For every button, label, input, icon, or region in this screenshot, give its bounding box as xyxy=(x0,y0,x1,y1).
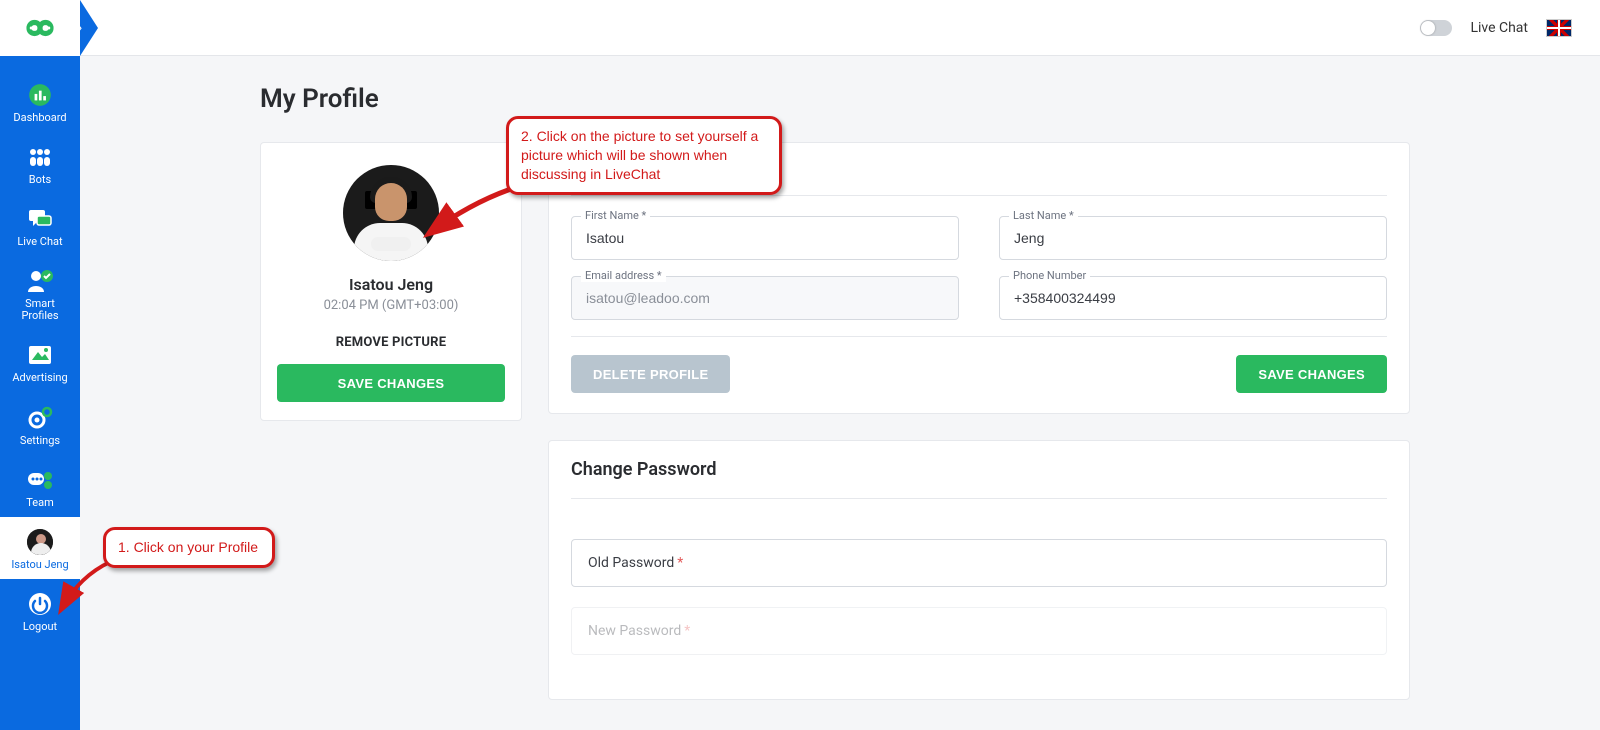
sidebar-item-logout[interactable]: Logout xyxy=(0,579,80,641)
brand-logo[interactable]: › xyxy=(0,0,80,56)
livechat-toggle-label: Live Chat xyxy=(1470,20,1528,36)
last-name-field: Last Name * xyxy=(999,216,1387,260)
sidebar-item-label: Smart Profiles xyxy=(21,298,58,322)
sidebar-item-livechat[interactable]: Live Chat xyxy=(0,194,80,256)
first-name-label: First Name * xyxy=(581,209,650,222)
topbar: Live Chat xyxy=(80,0,1600,56)
first-name-input[interactable] xyxy=(571,216,959,260)
annotation-step1-text: 1. Click on your Profile xyxy=(118,539,258,555)
save-profile-card-button[interactable]: SAVE CHANGES xyxy=(277,364,505,402)
annotation-step2: 2. Click on the picture to set yourself … xyxy=(506,116,782,195)
annotation-step2-text: 2. Click on the picture to set yourself … xyxy=(521,128,758,182)
sidebar-item-settings[interactable]: Settings xyxy=(0,393,80,455)
sidebar-nav: Dashboard Bots Live Chat Smart Profiles … xyxy=(0,56,80,730)
language-flag-uk[interactable] xyxy=(1546,19,1572,37)
sidebar-item-bots[interactable]: Bots xyxy=(0,132,80,194)
advertising-icon xyxy=(25,340,55,370)
avatar-icon xyxy=(25,527,55,557)
sidebar-item-label: Logout xyxy=(23,621,57,633)
sidebar-item-team[interactable]: Team xyxy=(0,455,80,517)
delete-profile-button[interactable]: DELETE PROFILE xyxy=(571,355,730,393)
bots-icon xyxy=(25,142,55,172)
team-icon xyxy=(25,465,55,495)
sidebar-item-advertising[interactable]: Advertising xyxy=(0,330,80,392)
content: My Profile Leadoo Isatou Jeng 02:04 PM (… xyxy=(80,56,1600,730)
sidebar-item-profile[interactable]: Isatou Jeng xyxy=(0,517,80,579)
profile-name: Isatou Jeng xyxy=(277,275,505,294)
phone-input[interactable] xyxy=(999,276,1387,320)
change-password-heading: Change Password xyxy=(571,459,1387,499)
smart-profiles-icon xyxy=(25,266,55,296)
sidebar-item-label: Dashboard xyxy=(13,112,66,124)
remove-picture-button[interactable]: REMOVE PICTURE xyxy=(277,335,505,350)
sidebar-item-dashboard[interactable]: Dashboard xyxy=(0,70,80,132)
new-password-label: New Password xyxy=(588,623,681,639)
sidebar-item-label: Bots xyxy=(29,174,51,186)
new-password-input[interactable]: New Password* xyxy=(571,607,1387,655)
sidebar-item-label: Settings xyxy=(20,435,60,447)
settings-icon xyxy=(25,403,55,433)
sidebar-item-smart-profiles[interactable]: Smart Profiles xyxy=(0,256,80,330)
first-name-field: First Name * xyxy=(571,216,959,260)
phone-label: Phone Number xyxy=(1009,269,1090,282)
email-label: Email address * xyxy=(581,269,666,282)
profile-avatar[interactable]: Leadoo xyxy=(343,165,439,261)
livechat-toggle[interactable] xyxy=(1420,20,1452,36)
change-password-card: Change Password Old Password* New Passwo… xyxy=(548,440,1410,700)
dashboard-icon xyxy=(25,80,55,110)
profile-card: Leadoo Isatou Jeng 02:04 PM (GMT+03:00) … xyxy=(260,142,522,421)
sidebar-item-label: Team xyxy=(26,497,54,509)
sidebar: › Dashboard Bots Live Chat Smart Profile… xyxy=(0,0,80,730)
livechat-icon xyxy=(25,204,55,234)
logout-icon xyxy=(25,589,55,619)
profile-time: 02:04 PM (GMT+03:00) xyxy=(277,298,505,313)
email-field: Email address * xyxy=(571,276,959,320)
phone-field: Phone Number xyxy=(999,276,1387,320)
annotation-step1: 1. Click on your Profile xyxy=(103,527,275,568)
last-name-label: Last Name * xyxy=(1009,209,1078,222)
email-input[interactable] xyxy=(571,276,959,320)
infinity-logo-icon xyxy=(18,13,62,43)
old-password-input[interactable]: Old Password* xyxy=(571,539,1387,587)
old-password-label: Old Password xyxy=(588,555,674,571)
sidebar-item-label: Isatou Jeng xyxy=(11,559,68,571)
sidebar-item-label: Live Chat xyxy=(17,236,62,248)
last-name-input[interactable] xyxy=(999,216,1387,260)
sidebar-item-label: Advertising xyxy=(12,372,67,384)
page-title: My Profile xyxy=(260,84,1410,114)
save-profile-button[interactable]: SAVE CHANGES xyxy=(1236,355,1387,393)
